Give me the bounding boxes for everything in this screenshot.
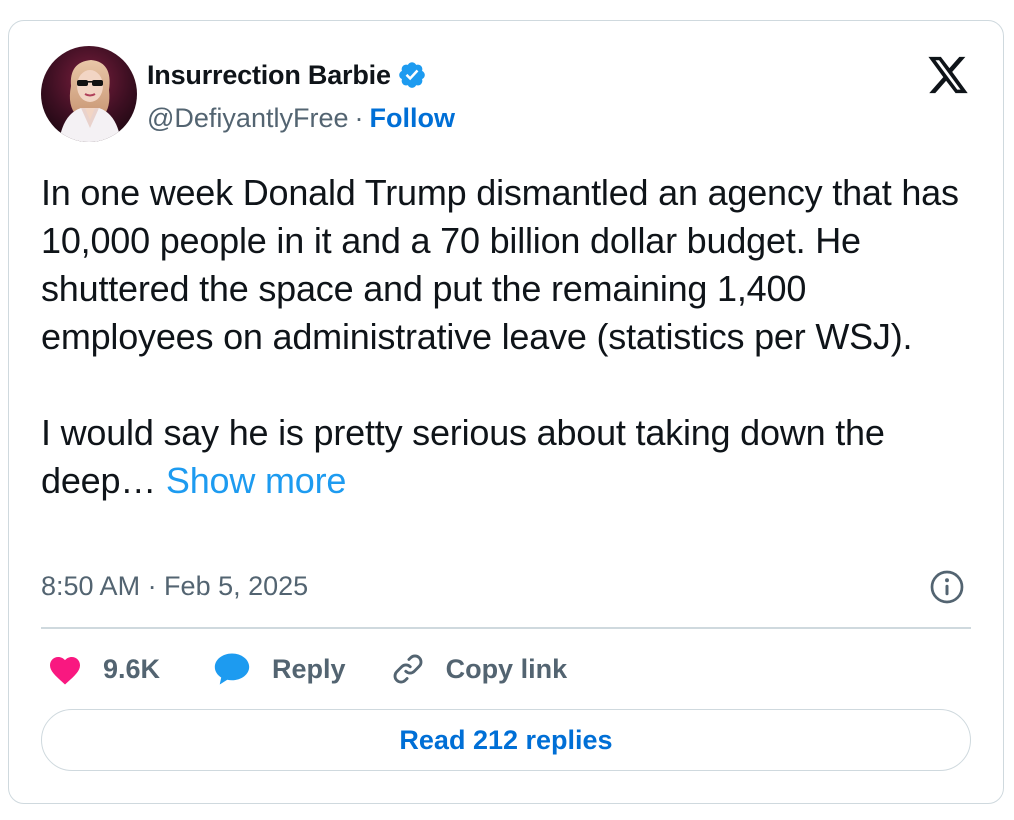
like-button[interactable]: 9.6K xyxy=(47,652,160,686)
copy-link-label: Copy link xyxy=(445,653,568,684)
x-logo-icon[interactable] xyxy=(925,55,971,95)
speech-bubble-icon xyxy=(212,651,252,687)
author-display-name[interactable]: Insurrection Barbie xyxy=(147,60,391,91)
tweet-paragraph-1: In one week Donald Trump dismantled an a… xyxy=(41,172,959,357)
author-avatar[interactable] xyxy=(41,46,137,142)
author-name-row: Insurrection Barbie xyxy=(147,58,427,92)
link-icon xyxy=(390,651,426,687)
tweet-paragraph-2: I would say he is pretty serious about t… xyxy=(41,409,976,505)
verified-badge-icon xyxy=(397,60,427,90)
reply-label: Reply xyxy=(272,653,346,684)
like-count: 9.6K xyxy=(103,653,161,684)
follow-button[interactable]: Follow xyxy=(369,103,454,134)
info-icon[interactable] xyxy=(929,569,965,605)
show-more-link[interactable]: Show more xyxy=(166,460,346,501)
divider xyxy=(41,627,971,629)
read-replies-button[interactable]: Read 212 replies xyxy=(41,709,971,771)
tweet-actions: 9.6K Reply Copy link xyxy=(47,649,567,689)
copy-link-button[interactable]: Copy link xyxy=(390,651,568,687)
tweet-text: In one week Donald Trump dismantled an a… xyxy=(41,169,976,505)
author-handle[interactable]: @DefiyantlyFree xyxy=(147,103,348,134)
reply-button[interactable]: Reply xyxy=(212,651,346,687)
tweet-timestamp[interactable]: 8:50 AM · Feb 5, 2025 xyxy=(41,567,308,605)
handle-separator: · xyxy=(354,102,364,133)
tweet-embed-card: Insurrection Barbie @DefiyantlyFree · Fo… xyxy=(8,20,1004,804)
author-handle-row: @DefiyantlyFree · Follow xyxy=(147,101,455,135)
heart-icon xyxy=(47,652,83,686)
